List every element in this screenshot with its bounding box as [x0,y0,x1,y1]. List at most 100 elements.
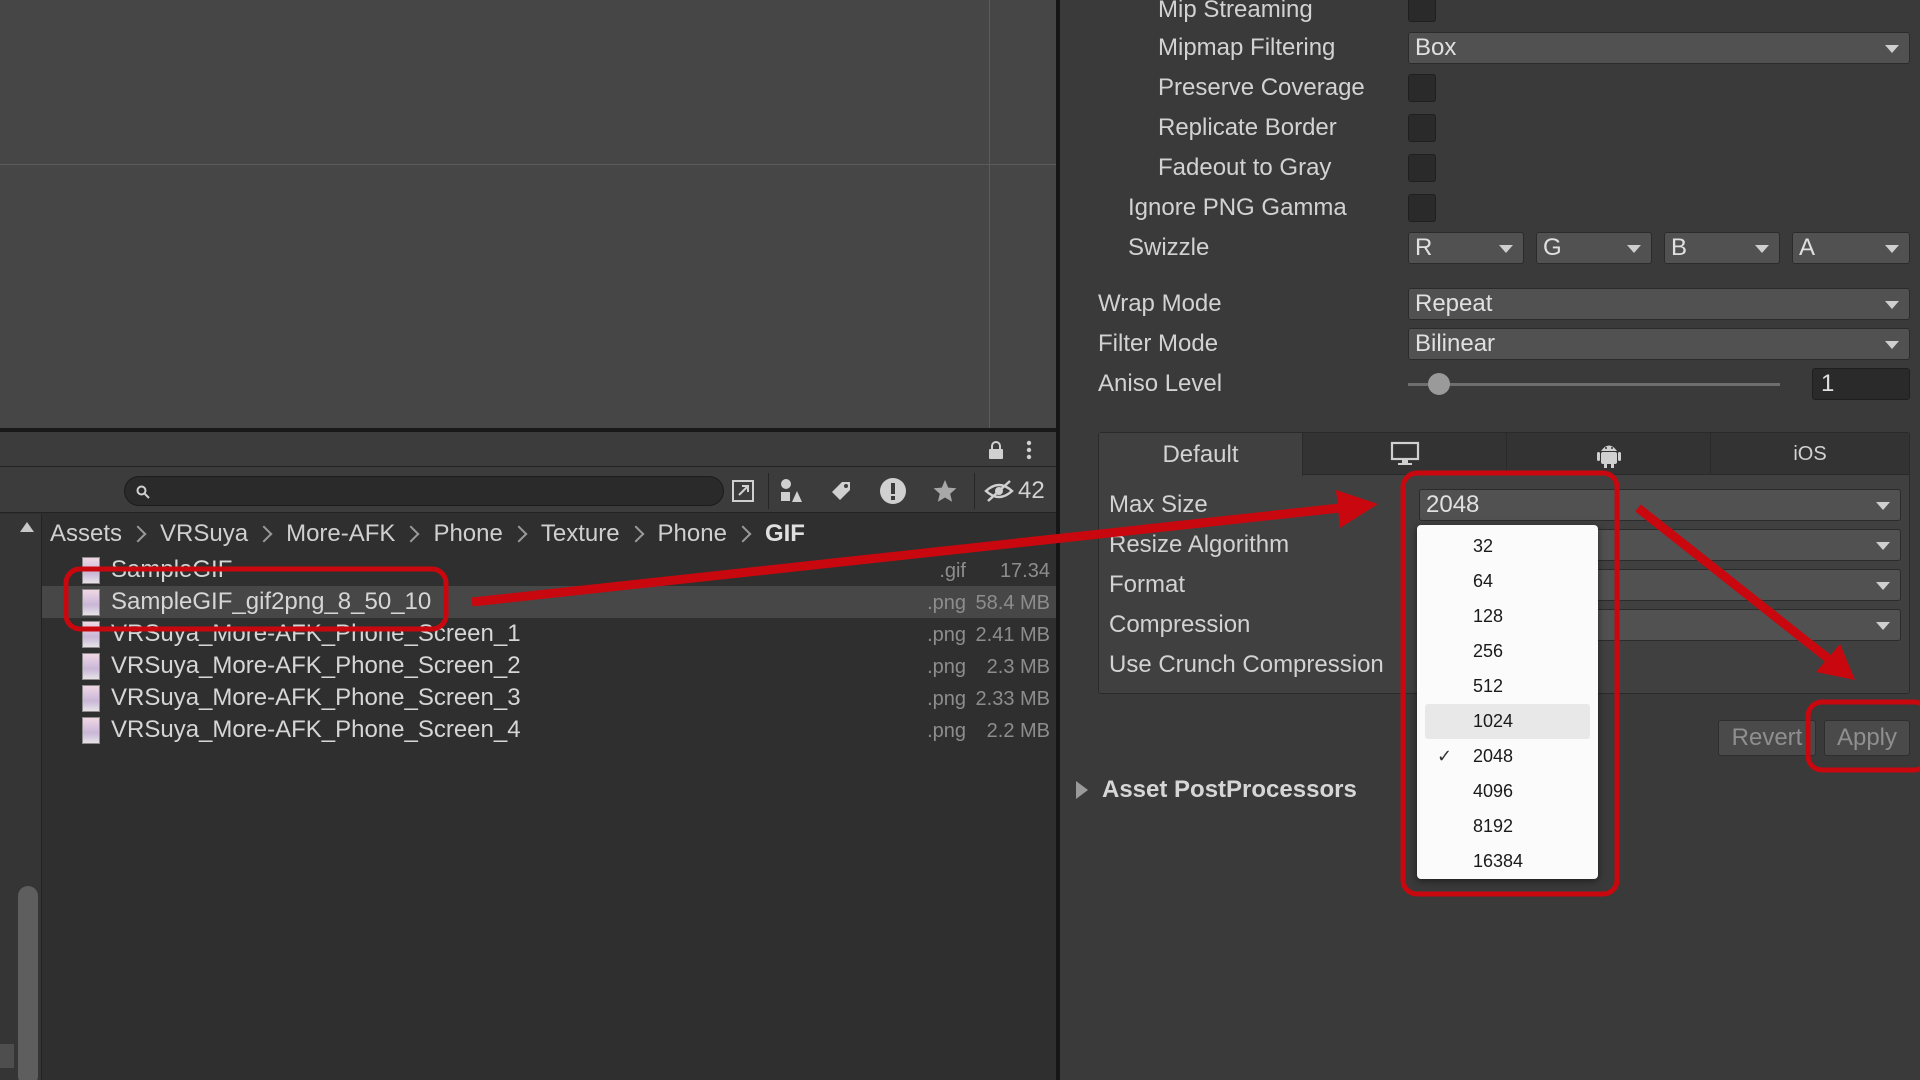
chevron-down-icon [1876,542,1890,550]
warning-icon[interactable] [874,475,912,507]
menu-item-512[interactable]: 512 [1417,669,1598,704]
swizzle-r-value: R [1415,234,1433,261]
swizzle-b-value: B [1671,234,1688,261]
swizzle-a-value: A [1799,234,1816,261]
open-external-icon[interactable] [724,475,762,507]
tab-android[interactable] [1507,433,1711,475]
menu-item-2048-selected[interactable]: ✓ 2048 [1417,739,1598,774]
file-row-selected[interactable]: SampleGIF_gif2png_8_50_10 .png 58.4 MB [42,586,1056,618]
texture-thumbnail-icon [82,653,100,680]
chevron-right-icon [1076,781,1088,799]
file-extension: .png [927,720,966,742]
ignore-png-gamma-checkbox[interactable] [1408,194,1436,222]
preserve-coverage-checkbox[interactable] [1408,74,1436,102]
aniso-level-slider-track[interactable] [1408,383,1780,386]
file-row[interactable]: VRSuya_More-AFK_Phone_Screen_1 .png 2.41… [42,618,1056,650]
file-name: VRSuya_More-AFK_Phone_Screen_2 [111,652,521,679]
chevron-down-icon [1876,502,1890,510]
chevron-down-icon [1755,245,1769,253]
mipmap-filtering-label: Mipmap Filtering [1158,34,1336,61]
breadcrumb-current[interactable]: GIF [765,520,805,548]
favorite-star-icon[interactable] [926,475,964,507]
file-row[interactable]: VRSuya_More-AFK_Phone_Screen_2 .png 2.3 … [42,650,1056,682]
scene-view[interactable] [0,0,1056,428]
toolbar-separator [768,473,769,509]
apply-button[interactable]: Apply [1824,720,1910,756]
mipmap-filtering-dropdown[interactable]: Box [1408,32,1910,64]
max-size-label: Max Size [1109,491,1208,518]
fadeout-to-gray-checkbox[interactable] [1408,154,1436,182]
tab-ios[interactable]: iOS [1711,433,1909,475]
replicate-border-label: Replicate Border [1158,114,1337,141]
aniso-level-field[interactable]: 1 [1812,368,1910,400]
breadcrumb-item[interactable]: VRSuya [160,520,248,548]
menu-item-4096[interactable]: 4096 [1417,774,1598,809]
tab-standalone[interactable] [1303,433,1507,475]
breadcrumb-item[interactable]: Texture [541,520,620,548]
tab-default[interactable]: Default [1099,433,1303,476]
label-icon[interactable] [822,475,860,507]
file-row[interactable]: VRSuya_More-AFK_Phone_Screen_3 .png 2.33… [42,682,1056,714]
replicate-border-checkbox[interactable] [1408,114,1436,142]
menu-item-256[interactable]: 256 [1417,634,1598,669]
file-name: VRSuya_More-AFK_Phone_Screen_3 [111,684,521,711]
max-size-dropdown[interactable]: 2048 [1419,489,1901,521]
chevron-down-icon [1876,582,1890,590]
sidebar-scrollbar[interactable] [18,886,38,1080]
menu-item-8192[interactable]: 8192 [1417,809,1598,844]
asset-postprocessors-label: Asset PostProcessors [1102,776,1357,803]
breadcrumb-item[interactable]: Assets [50,520,122,548]
format-label: Format [1109,571,1186,598]
mip-streaming-checkbox[interactable] [1408,0,1436,22]
texture-thumbnail-icon [82,717,100,744]
project-folder-sidebar[interactable] [0,514,42,1080]
menu-item-1024[interactable]: 1024 [1425,704,1590,739]
project-header [0,432,1056,467]
filter-mode-value: Bilinear [1415,330,1496,357]
chevron-down-icon [1885,45,1899,53]
swizzle-g-dropdown[interactable]: G [1536,232,1652,264]
menu-item-128[interactable]: 128 [1417,599,1598,634]
menu-item-16384[interactable]: 16384 [1417,844,1598,879]
project-window: 42 Assets VRSuya More-AFK Phone Texture … [0,432,1056,1080]
aniso-level-slider-handle[interactable] [1428,373,1450,395]
kebab-menu-icon[interactable] [1022,440,1036,460]
hidden-packages-toggle[interactable]: 42 [984,477,1046,505]
filter-mode-dropdown[interactable]: Bilinear [1408,328,1910,360]
swizzle-b-dropdown[interactable]: B [1664,232,1780,264]
ignore-png-gamma-label: Ignore PNG Gamma [1128,194,1347,221]
filter-by-type-icon[interactable] [772,475,810,507]
file-name: SampleGIF_gif2png_8_50_10 [111,588,432,615]
breadcrumb-item[interactable]: Phone [658,520,727,548]
texture-thumbnail-icon [82,557,100,584]
swizzle-r-dropdown[interactable]: R [1408,232,1524,264]
toolbar-separator [974,473,975,509]
breadcrumb-item[interactable]: Phone [433,520,502,548]
mipmap-filtering-value: Box [1415,34,1457,61]
file-size: 2.2 MB [986,720,1050,742]
revert-button[interactable]: Revert [1718,720,1816,756]
file-size: 2.41 MB [975,624,1050,646]
filter-mode-label: Filter Mode [1098,330,1219,357]
menu-item-label: 2048 [1473,746,1514,766]
scroll-up-arrow-icon[interactable] [20,522,34,532]
fadeout-to-gray-label: Fadeout to Gray [1158,154,1332,181]
search-input[interactable] [124,476,724,506]
asset-postprocessors-foldout[interactable]: Asset PostProcessors [1076,776,1357,804]
wrap-mode-dropdown[interactable]: Repeat [1408,288,1910,320]
menu-item-32[interactable]: 32 [1417,529,1598,564]
preserve-coverage-label: Preserve Coverage [1158,74,1365,101]
checkmark-icon: ✓ [1437,746,1453,766]
menu-item-64[interactable]: 64 [1417,564,1598,599]
swizzle-g-value: G [1543,234,1562,261]
file-name: VRSuya_More-AFK_Phone_Screen_4 [111,716,521,743]
lock-icon[interactable] [986,440,1006,460]
aniso-level-label: Aniso Level [1098,370,1223,397]
swizzle-a-dropdown[interactable]: A [1792,232,1910,264]
file-row[interactable]: VRSuya_More-AFK_Phone_Screen_4 .png 2.2 … [42,714,1056,746]
file-extension: .png [927,656,966,678]
hidden-count-label: 42 [1018,477,1045,504]
breadcrumb-item[interactable]: More-AFK [286,520,395,548]
file-extension: .png [927,688,966,710]
file-row[interactable]: SampleGIF .gif 17.34 MB [42,554,1056,605]
